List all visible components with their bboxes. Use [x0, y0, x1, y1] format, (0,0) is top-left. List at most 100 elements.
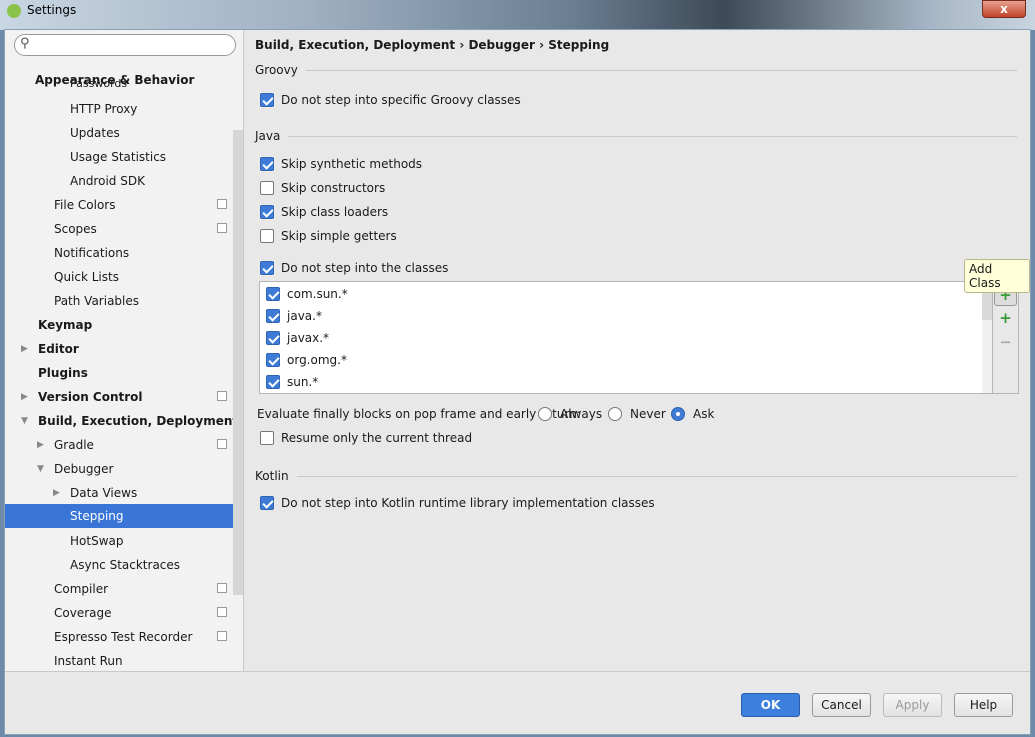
checkbox-skip-getters[interactable]: Skip simple getters — [260, 227, 397, 245]
add-pattern-button[interactable]: + — [994, 308, 1017, 330]
checkbox-icon[interactable] — [260, 261, 274, 275]
checkbox-icon[interactable] — [266, 375, 280, 389]
minus-icon: − — [999, 333, 1012, 351]
sidebar-item-label: HotSwap — [70, 534, 124, 548]
checkbox-icon[interactable] — [260, 205, 274, 219]
window-title: Settings — [27, 3, 77, 17]
checkbox-icon[interactable] — [260, 431, 274, 445]
checkbox-icon[interactable] — [260, 93, 274, 107]
class-filter-row[interactable]: org.omg.* — [266, 351, 347, 369]
sidebar-item-android-sdk[interactable]: Android SDK — [5, 169, 233, 193]
remove-button[interactable]: − — [994, 332, 1017, 354]
sidebar-item-quick-lists[interactable]: Quick Lists — [5, 265, 233, 289]
sidebar-item-stepping[interactable]: Stepping — [5, 504, 243, 528]
checkbox-icon[interactable] — [260, 229, 274, 243]
checkbox-skip-class-loaders[interactable]: Skip class loaders — [260, 203, 388, 221]
sidebar-item-file-colors[interactable]: File Colors — [5, 193, 233, 217]
list-scrollbar[interactable] — [982, 282, 992, 393]
sidebar-item-label: Instant Run — [54, 654, 123, 668]
sidebar-item-async-stacktraces[interactable]: Async Stacktraces — [5, 553, 233, 577]
checkbox-no-step-classes[interactable]: Do not step into the classes — [260, 259, 448, 277]
sidebar-item-label: Data Views — [70, 486, 138, 500]
sidebar-item-hotswap[interactable]: HotSwap — [5, 529, 233, 553]
checkbox-skip-synthetic[interactable]: Skip synthetic methods — [260, 155, 422, 173]
sidebar-item-label: Espresso Test Recorder — [54, 630, 193, 644]
expand-arrow-icon[interactable]: ▶ — [53, 481, 60, 505]
collapse-arrow-icon[interactable]: ▼ — [37, 457, 44, 481]
help-button[interactable]: Help — [954, 693, 1013, 717]
tooltip: Add Class — [964, 259, 1030, 293]
sidebar-item-coverage[interactable]: Coverage — [5, 601, 233, 625]
sidebar-item-keymap[interactable]: Keymap — [5, 313, 233, 337]
radio-icon[interactable] — [538, 407, 552, 421]
sidebar-item-label: Gradle — [54, 438, 94, 452]
radio-icon[interactable] — [608, 407, 622, 421]
sidebar-item-gradle[interactable]: ▶ Gradle — [5, 433, 233, 457]
sidebar-item-build-execution-deployment[interactable]: ▼ Build, Execution, Deployment — [5, 409, 238, 433]
checkbox-icon[interactable] — [260, 157, 274, 171]
class-filter-row[interactable]: java.* — [266, 307, 322, 325]
radio-never[interactable]: Never — [608, 403, 666, 425]
class-pattern: com.sun.* — [287, 287, 348, 301]
finally-label: Evaluate finally blocks on pop frame and… — [257, 407, 581, 421]
sidebar-item-label: HTTP Proxy — [70, 102, 138, 116]
class-filter-row[interactable]: javax.* — [266, 329, 329, 347]
checkbox-no-step-kotlin[interactable]: Do not step into Kotlin runtime library … — [260, 494, 655, 512]
class-filter-row[interactable]: sun.* — [266, 373, 318, 391]
sidebar-item-compiler[interactable]: Compiler — [5, 577, 233, 601]
sidebar-item-updates[interactable]: Updates — [5, 121, 233, 145]
ok-button[interactable]: OK — [741, 693, 800, 717]
sidebar-item-data-views[interactable]: ▶ Data Views — [5, 481, 233, 505]
sidebar-item-notifications[interactable]: Notifications — [5, 241, 233, 265]
sidebar-item-scopes[interactable]: Scopes — [5, 217, 233, 241]
checkbox-label: Do not step into Kotlin runtime library … — [281, 496, 655, 510]
sidebar-item-label: Keymap — [38, 318, 93, 332]
sidebar-item-label: Notifications — [54, 246, 130, 260]
checkbox-no-step-groovy[interactable]: Do not step into specific Groovy classes — [260, 91, 521, 109]
sidebar-item-editor[interactable]: ▶ Editor — [5, 337, 233, 361]
checkbox-resume-current[interactable]: Resume only the current thread — [260, 429, 472, 447]
checkbox-label: Do not step into specific Groovy classes — [281, 93, 521, 107]
sidebar-item-http-proxy[interactable]: HTTP Proxy — [5, 97, 233, 121]
radio-label: Never — [630, 407, 666, 421]
checkbox-icon[interactable] — [266, 353, 280, 367]
radio-always[interactable]: Always — [538, 403, 602, 425]
checkbox-icon[interactable] — [260, 496, 274, 510]
sidebar-item-label: Async Stacktraces — [70, 558, 181, 572]
checkbox-icon[interactable] — [260, 181, 274, 195]
expand-arrow-icon[interactable]: ▶ — [37, 433, 44, 457]
sidebar-item-instant-run[interactable]: Instant Run — [5, 649, 233, 673]
sidebar-scrollbar[interactable] — [233, 130, 243, 595]
section-java: Java — [255, 129, 1017, 143]
sidebar-item-label: Editor — [38, 342, 79, 356]
sidebar: ⚲ Appearance & Behavior Passwords HTTP Pro… — [5, 30, 244, 671]
cancel-button[interactable]: Cancel — [812, 693, 871, 717]
section-groovy: Groovy — [255, 63, 1017, 77]
sidebar-item-label: Compiler — [54, 582, 109, 596]
sidebar-item-plugins[interactable]: Plugins — [5, 361, 233, 385]
expand-arrow-icon[interactable]: ▶ — [21, 385, 28, 409]
android-studio-icon — [7, 4, 21, 18]
sidebar-item-label: Stepping — [70, 509, 124, 523]
collapse-arrow-icon[interactable]: ▼ — [21, 409, 28, 433]
sidebar-item-label: Quick Lists — [54, 270, 119, 284]
sidebar-item-usage-statistics[interactable]: Usage Statistics — [5, 145, 233, 169]
checkbox-icon[interactable] — [266, 309, 280, 323]
sidebar-item-path-variables[interactable]: Path Variables — [5, 289, 233, 313]
sidebar-item-passwords[interactable]: Passwords — [5, 78, 233, 90]
sidebar-item-version-control[interactable]: ▶ Version Control — [5, 385, 233, 409]
class-pattern: javax.* — [287, 331, 330, 345]
class-filter-row[interactable]: com.sun.* — [266, 285, 348, 303]
radio-ask[interactable]: Ask — [671, 403, 714, 425]
apply-button[interactable]: Apply — [883, 693, 942, 717]
expand-arrow-icon[interactable]: ▶ — [21, 337, 28, 361]
sidebar-item-debugger[interactable]: ▼ Debugger — [5, 457, 233, 481]
search-input[interactable]: ⚲ — [14, 34, 236, 56]
radio-icon[interactable] — [671, 407, 685, 421]
checkbox-skip-constructors[interactable]: Skip constructors — [260, 179, 385, 197]
checkbox-icon[interactable] — [266, 287, 280, 301]
sidebar-item-espresso-test-recorder[interactable]: Espresso Test Recorder — [5, 625, 233, 649]
checkbox-icon[interactable] — [266, 331, 280, 345]
sidebar-item-label: Coverage — [54, 606, 112, 620]
close-button[interactable]: x — [982, 0, 1026, 18]
